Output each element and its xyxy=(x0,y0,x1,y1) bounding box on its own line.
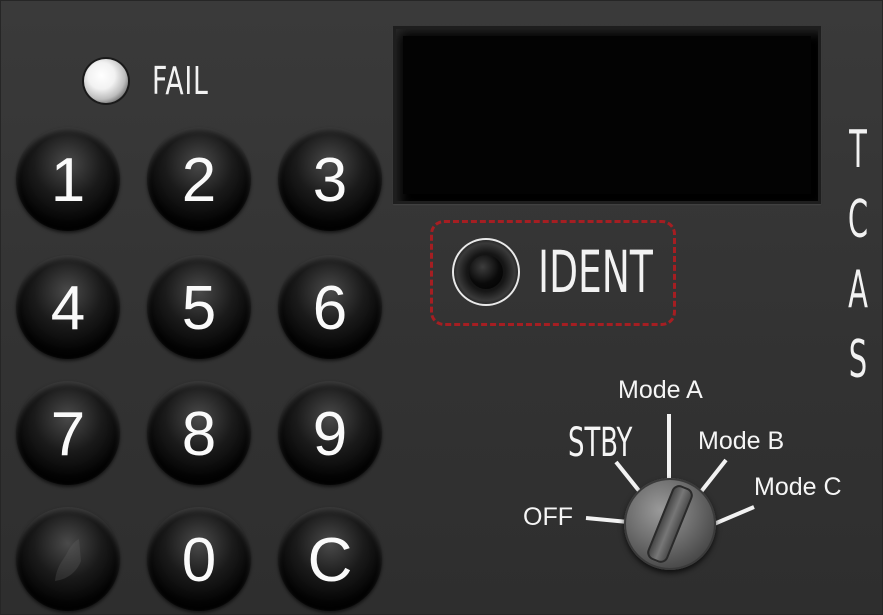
tcas-letter: T xyxy=(849,120,867,180)
key-3[interactable]: 3 xyxy=(278,127,382,231)
mode-label-stby: STBY xyxy=(568,420,633,466)
key-7[interactable]: 7 xyxy=(16,381,120,485)
key-clear[interactable]: C xyxy=(278,507,382,611)
ident-button[interactable] xyxy=(452,238,520,306)
tcas-letter: S xyxy=(848,330,868,390)
tcas-letter: A xyxy=(848,260,868,320)
ident-label: IDENT xyxy=(538,238,653,306)
key-5[interactable]: 5 xyxy=(147,255,251,359)
fail-label: FAIL xyxy=(152,59,209,103)
key-9[interactable]: 9 xyxy=(278,381,382,485)
key-blank[interactable] xyxy=(16,507,120,611)
blank-key-icon xyxy=(55,539,81,581)
fail-indicator: FAIL xyxy=(84,56,225,106)
mode-label-off: OFF xyxy=(523,503,573,531)
tcas-letter: C xyxy=(847,190,869,250)
key-1[interactable]: 1 xyxy=(16,127,120,231)
mode-label-mode-b: Mode B xyxy=(698,427,785,455)
code-display xyxy=(393,26,821,204)
tcas-label: T C A S xyxy=(838,115,878,395)
fail-lamp-icon xyxy=(84,59,128,103)
display-screen xyxy=(403,36,811,194)
key-2[interactable]: 2 xyxy=(147,127,251,231)
key-4[interactable]: 4 xyxy=(16,255,120,359)
mode-label-mode-a: Mode A xyxy=(618,376,703,404)
key-0[interactable]: 0 xyxy=(147,507,251,611)
keypad: 1 2 3 4 5 6 7 8 9 0 C xyxy=(16,127,386,615)
mode-label-mode-c: Mode C xyxy=(754,473,842,501)
key-8[interactable]: 8 xyxy=(147,381,251,485)
key-6[interactable]: 6 xyxy=(278,255,382,359)
mode-selector-knob[interactable] xyxy=(624,478,716,570)
knob-pointer-icon xyxy=(644,482,696,566)
